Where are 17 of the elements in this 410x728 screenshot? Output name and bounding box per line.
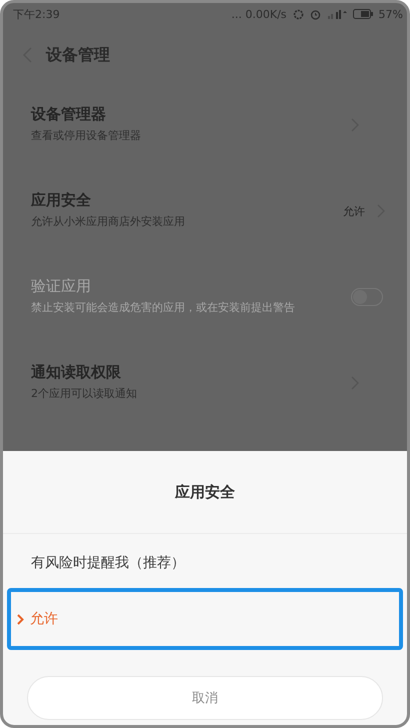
dialog-title: 应用安全 xyxy=(3,451,407,534)
dialog-option[interactable]: 允许 xyxy=(7,588,403,650)
setting-title[interactable]: 设备管理器 xyxy=(31,105,321,124)
alarm-icon xyxy=(310,8,321,20)
network-speed: ... 0.00K/s xyxy=(231,8,287,20)
chevron-right-icon xyxy=(17,614,24,624)
status-time: 下午2:39 xyxy=(13,6,60,22)
battery-icon xyxy=(352,9,373,19)
setting-description: 禁止安装可能会造成危害的应用，或在安装前提出警告 xyxy=(31,300,296,316)
setting-title[interactable]: 应用安全 xyxy=(31,191,313,210)
signal-icon xyxy=(326,8,347,20)
page-title: 设备管理 xyxy=(46,44,110,66)
cancel-button[interactable]: 取消 xyxy=(27,676,383,720)
setting-title[interactable]: 通知读取权限 xyxy=(31,363,321,382)
dialog-option[interactable]: 有风险时提醒我（推荐） xyxy=(7,538,403,588)
battery-level: 57% xyxy=(378,8,403,20)
setting-value: 允许 xyxy=(343,204,365,218)
